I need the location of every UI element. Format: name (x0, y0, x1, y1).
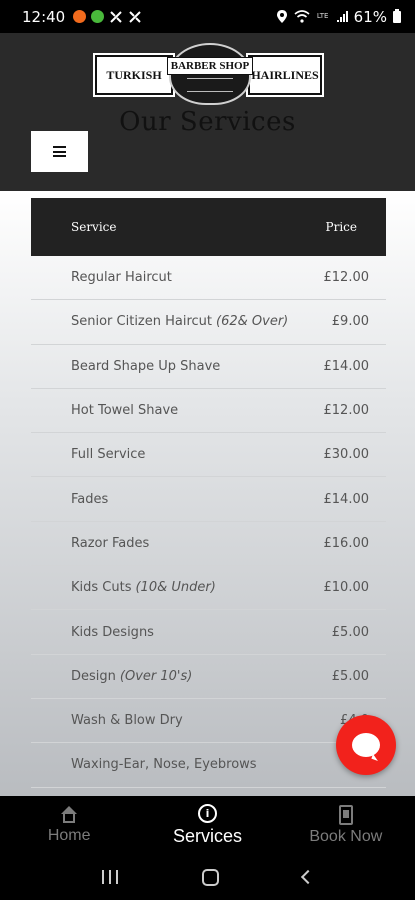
status-time: 12:40 (22, 7, 66, 26)
service-price: £12.00 (323, 270, 370, 286)
recents-icon[interactable] (102, 870, 118, 884)
table-row: Kids Designs £5.00 (31, 610, 386, 655)
service-label: Senior Citizen Haircut (71, 314, 213, 330)
service-price: £10.00 (323, 580, 370, 596)
service-label: Design (71, 668, 116, 684)
service-label: Kids Designs (71, 624, 154, 640)
wifi-icon (294, 10, 310, 23)
nav-label-home: Home (47, 826, 91, 844)
service-price: £9.00 (331, 314, 369, 330)
battery-percent: 61% (353, 7, 387, 26)
service-label: Beard Shape Up Shave (71, 358, 221, 374)
table-row: Regular Haircut £12.00 (31, 256, 386, 301)
hamburger-icon (53, 146, 66, 157)
service-price: £5.00 (331, 668, 369, 684)
service-note: (10& Under) (135, 580, 216, 596)
nav-item-services[interactable]: i Services (138, 796, 276, 854)
service-price: £14.00 (323, 358, 370, 374)
table-row: Design (Over 10's) £5.00 (31, 655, 386, 699)
system-nav-bar (0, 854, 415, 900)
service-name: Full Service (71, 447, 145, 462)
nav-item-book-now[interactable]: Book Now (277, 796, 415, 854)
service-name: Regular Haircut (71, 270, 172, 285)
service-price: £5.00 (331, 624, 369, 640)
logo-banner: BARBER SHOP (166, 56, 254, 75)
column-header-price: Price (325, 220, 357, 234)
info-icon: i (197, 803, 217, 823)
service-name: Waxing-Ear, Nose, Eyebrows (71, 757, 257, 772)
service-label: Waxing-Ear, Nose, Eyebrows (71, 757, 257, 773)
service-label: Full Service (71, 447, 146, 463)
nav-item-home[interactable]: Home (0, 796, 138, 854)
table-row: Wash & Blow Dry£4.0 (31, 699, 386, 744)
table-row: Senior Citizen Haircut (62& Over) £9.00 (31, 300, 386, 345)
location-icon (276, 10, 287, 23)
service-name: Beard Shape Up Shave (71, 359, 220, 374)
logo-right-plate: HAIRLINES (248, 55, 322, 95)
services-content[interactable]: Service Price Regular Haircut £12.00 Senio… (0, 191, 415, 796)
table-row: Kids Cuts (10& Under) £10.00 (31, 566, 386, 611)
service-price: £12.00 (323, 403, 370, 419)
service-name: Kids Designs (71, 625, 154, 640)
bottom-nav: Home i Services Book Now (0, 796, 415, 854)
logo-left-plate: TURKISH (95, 55, 173, 95)
logo-emblem: BARBER SHOP (166, 43, 254, 105)
service-label: Hot Towel Shave (71, 403, 179, 419)
table-row: Razor Fades £16.00 (31, 522, 386, 567)
menu-button[interactable] (31, 131, 88, 172)
back-icon[interactable] (300, 869, 316, 885)
nav-label-services: Services (172, 825, 242, 846)
logo-ornament (187, 77, 233, 92)
service-label: Razor Fades (71, 535, 150, 551)
network-type: LTE (316, 12, 329, 20)
status-bar: 12:40 LTE 61% (0, 0, 415, 33)
chat-bubble-icon (352, 733, 380, 757)
service-name: Fades (71, 492, 108, 507)
service-label: Kids Cuts (71, 580, 132, 596)
home-button-icon[interactable] (202, 868, 219, 886)
service-price: £14.00 (323, 491, 370, 507)
table-row: Waxing-Ear, Nose, Eyebrows£4. (31, 743, 386, 788)
service-name: Wash & Blow Dry (71, 713, 183, 728)
home-icon (60, 805, 78, 824)
service-label: Fades (71, 491, 109, 507)
service-name: Kids Cuts (10& Under) (71, 580, 216, 595)
service-price: £30.00 (323, 447, 370, 463)
notification-app-icon (73, 10, 87, 23)
service-note: (62& Over) (216, 314, 289, 330)
table-row: Beard Shape Up Shave £14.00 (31, 345, 386, 389)
notification-tools-icon (129, 10, 141, 23)
nav-label-book-now: Book Now (309, 827, 383, 845)
service-price: £16.00 (323, 535, 370, 551)
column-header-service: Service (71, 220, 117, 234)
chat-button[interactable] (336, 715, 396, 775)
services-table: Service Price Regular Haircut £12.00 Senio… (31, 198, 386, 788)
service-name: Razor Fades (71, 536, 149, 551)
status-right: LTE 61% (276, 8, 401, 26)
signal-icon (336, 11, 348, 22)
notification-app-icon (91, 10, 105, 23)
site-header: TURKISH HAIRLINES BARBER SHOP Our Servic… (0, 33, 415, 191)
service-name: Design (Over 10's) (71, 669, 192, 684)
service-name: Senior Citizen Haircut (62& Over) (71, 314, 288, 329)
service-label: Regular Haircut (71, 270, 172, 286)
barber-shop-logo[interactable]: TURKISH HAIRLINES BARBER SHOP (93, 43, 324, 105)
battery-icon (393, 8, 401, 23)
table-row: Hot Towel Shave £12.00 (31, 389, 386, 434)
service-label: Wash & Blow Dry (71, 713, 183, 729)
notification-icons (73, 10, 142, 24)
table-row: Fades £14.00 (31, 477, 386, 522)
service-note: (Over 10's) (119, 668, 193, 684)
notification-tools-icon (110, 10, 122, 23)
table-header: Service Price (31, 198, 386, 256)
phone-icon (338, 804, 353, 825)
service-name: Hot Towel Shave (71, 403, 178, 418)
table-row: Full Service £30.00 (31, 433, 386, 478)
